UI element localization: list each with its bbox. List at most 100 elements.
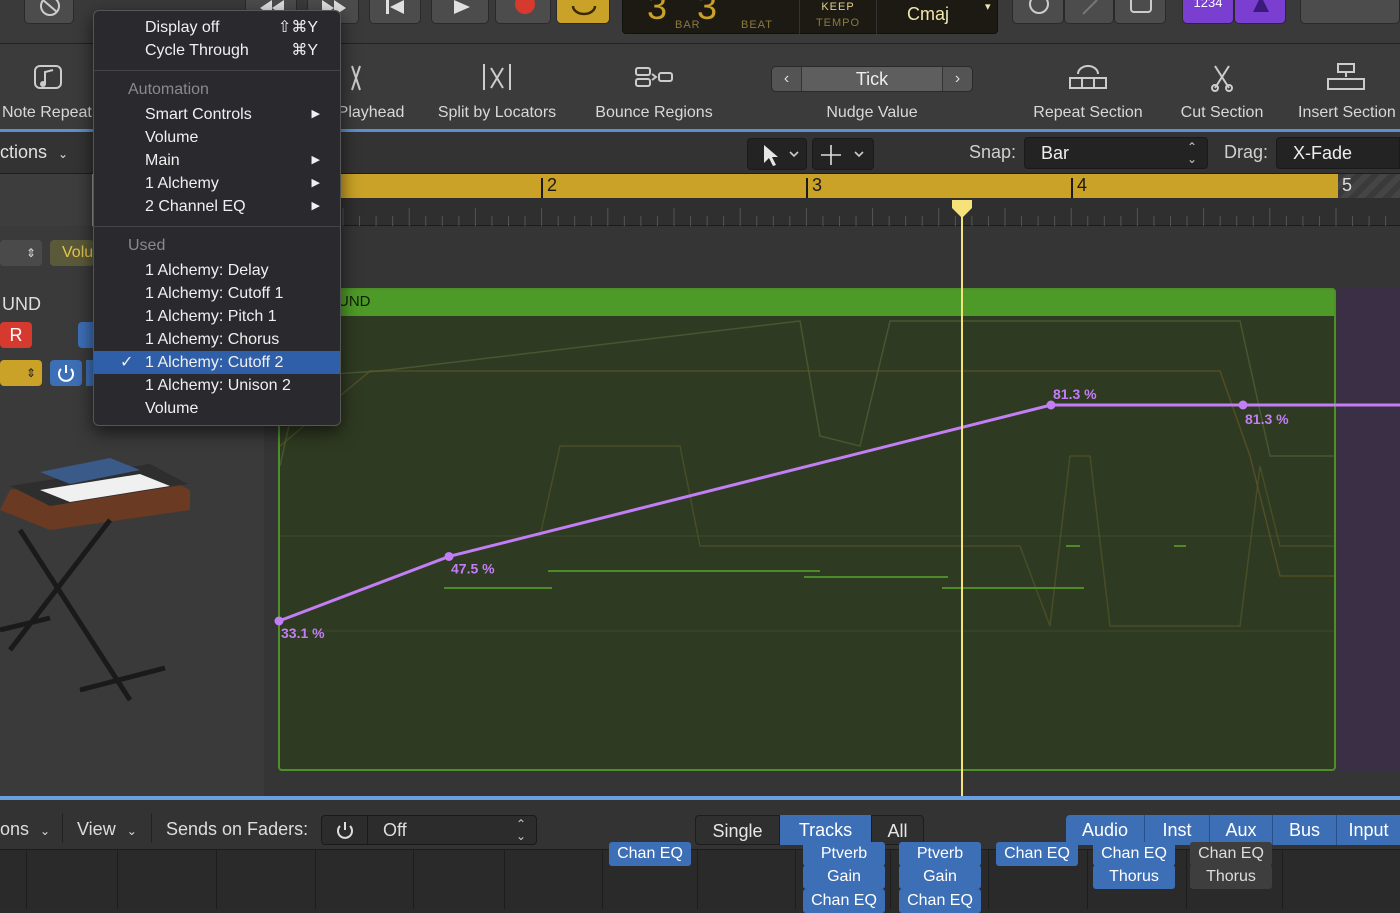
automation-mode-select[interactable]: ⇕ xyxy=(0,360,42,386)
view-menu[interactable]: View ⌄ xyxy=(77,819,137,840)
menu-item-label: Main xyxy=(145,152,180,169)
menu-item-cycle-through[interactable]: Cycle Through ⌘Y xyxy=(94,39,340,62)
submenu-arrow-icon: ▶ xyxy=(311,200,320,212)
plugin-slot[interactable]: Chan EQ xyxy=(803,889,885,913)
menu-item-label: Display off xyxy=(145,19,220,36)
repeat-section-button[interactable]: Repeat Section xyxy=(1026,44,1150,130)
automation-parameter-menu[interactable]: Display off ⇧⌘Y Cycle Through ⌘Y Automat… xyxy=(93,10,341,426)
options-label: ons xyxy=(0,819,30,839)
mode-single[interactable]: Single xyxy=(695,815,780,845)
cycle-button[interactable] xyxy=(556,0,610,24)
menu-item-alchemy-cutoff-1[interactable]: 1 Alchemy: Cutoff 1 xyxy=(94,282,340,305)
menu-item-display-off[interactable]: Display off ⇧⌘Y xyxy=(94,16,340,39)
tuner-button[interactable] xyxy=(1064,0,1114,24)
plugin-slot[interactable]: Chan EQ xyxy=(899,889,981,913)
snap-value: Bar xyxy=(1041,143,1070,163)
solo-button[interactable] xyxy=(1114,0,1166,24)
sends-value: Off xyxy=(383,820,407,840)
go-to-beginning-button[interactable] xyxy=(369,0,421,24)
count-in-button[interactable]: 1234 xyxy=(1182,0,1234,24)
record-button[interactable] xyxy=(495,0,551,24)
play-button[interactable] xyxy=(431,0,489,24)
strip-divider xyxy=(216,850,217,909)
plugin-slot[interactable]: Chan EQ xyxy=(996,842,1078,866)
cut-section-button[interactable]: Cut Section xyxy=(1172,44,1272,130)
mode-all[interactable]: All xyxy=(871,815,924,845)
keyboard-instrument-icon xyxy=(0,458,190,702)
ruler[interactable]: 2 3 4 5 xyxy=(338,174,1400,226)
tempo-label: TEMPO xyxy=(815,17,861,29)
filter-input[interactable]: Input xyxy=(1337,815,1400,845)
nudge-right-icon[interactable]: › xyxy=(942,67,972,91)
inspector-top xyxy=(0,174,92,226)
filter-aux[interactable]: Aux xyxy=(1210,815,1273,845)
filter-bus[interactable]: Bus xyxy=(1273,815,1337,845)
insert-section-button[interactable]: Insert Section xyxy=(1292,44,1400,130)
automation-node[interactable] xyxy=(1238,400,1248,410)
filter-audio[interactable]: Audio xyxy=(1066,815,1145,845)
menu-item-main[interactable]: Main ▶ xyxy=(94,149,340,172)
updown-icon: ⌃ ⌄ xyxy=(1186,140,1197,166)
menu-item-alchemy[interactable]: 1 Alchemy ▶ xyxy=(94,172,340,195)
record-enable-button[interactable]: R xyxy=(0,322,32,348)
playhead[interactable] xyxy=(952,200,972,796)
view-buttons[interactable] xyxy=(1300,0,1400,24)
menu-item-alchemy-unison-2[interactable]: 1 Alchemy: Unison 2 xyxy=(94,374,340,397)
drag-select[interactable]: X-Fade xyxy=(1276,137,1400,169)
bar-number-5: 5 xyxy=(1342,175,1353,195)
power-button[interactable] xyxy=(50,360,82,386)
key-signature[interactable]: Cmaj xyxy=(907,4,949,25)
left-click-tool-menu[interactable] xyxy=(747,138,807,170)
chevron-down-icon: ⌄ xyxy=(40,824,51,838)
customize-button[interactable] xyxy=(24,0,74,24)
plugin-slot[interactable]: Thorus xyxy=(1093,865,1175,889)
snap-select[interactable]: Bar ⌃ ⌄ xyxy=(1024,137,1208,169)
input-monitor-button[interactable] xyxy=(78,322,94,348)
keep-tempo[interactable]: KEEP TEMPO xyxy=(799,0,877,34)
list-editors-button[interactable] xyxy=(1012,0,1064,24)
filter-inst[interactable]: Inst xyxy=(1145,815,1210,845)
plugin-slot[interactable]: Ptverb xyxy=(803,842,885,866)
strip-divider xyxy=(602,850,603,909)
automation-curve[interactable] xyxy=(278,403,1400,623)
menu-item-label: Volume xyxy=(145,400,199,417)
plugin-slot[interactable]: Thorus xyxy=(1190,865,1272,889)
plugin-slot[interactable]: Gain xyxy=(899,865,981,889)
cycle-region[interactable] xyxy=(338,174,1338,198)
mode-tracks[interactable]: Tracks xyxy=(780,815,871,845)
track-selector[interactable]: ⇕ xyxy=(0,240,42,266)
menu-item-alchemy-cutoff-2[interactable]: ✓ 1 Alchemy: Cutoff 2 xyxy=(94,351,340,374)
pointer-tool-icon xyxy=(764,145,799,166)
playhead-handle-icon[interactable] xyxy=(952,200,972,218)
functions-menu[interactable]: ctions ⌄ xyxy=(0,142,68,163)
lcd-display[interactable]: 3 3 BAR BEAT KEEP TEMPO Cmaj ▾ xyxy=(622,0,998,34)
plugin-slot[interactable]: Chan EQ xyxy=(609,842,691,866)
menu-item-alchemy-pitch-1[interactable]: 1 Alchemy: Pitch 1 xyxy=(94,305,340,328)
nudge-left-icon[interactable]: ‹ xyxy=(772,67,802,91)
plugin-slot[interactable]: Ptverb xyxy=(899,842,981,866)
automation-lane[interactable]: 33.1 % 47.5 % 81.3 % 81.3 % xyxy=(264,226,1400,796)
options-menu[interactable]: ons ⌄ xyxy=(0,819,50,840)
submenu-arrow-icon: ▶ xyxy=(311,177,320,189)
plugin-slot[interactable]: Gain xyxy=(803,865,885,889)
metronome-button[interactable] xyxy=(1234,0,1286,24)
menu-item-alchemy-delay[interactable]: 1 Alchemy: Delay xyxy=(94,259,340,282)
plugin-slot[interactable]: Chan EQ xyxy=(1093,842,1175,866)
menu-item-channel-eq[interactable]: 2 Channel EQ ▶ xyxy=(94,195,340,218)
bounce-regions-button[interactable]: Bounce Regions xyxy=(588,44,720,130)
menu-item-used-volume[interactable]: Volume xyxy=(94,397,340,420)
menu-item-alchemy-chorus[interactable]: 1 Alchemy: Chorus xyxy=(94,328,340,351)
cut-section-icon xyxy=(1211,65,1233,92)
sends-on-faders-select[interactable]: Off ⌃ ⌄ xyxy=(321,815,537,845)
command-click-tool-menu[interactable] xyxy=(812,138,874,170)
split-by-locators-button[interactable]: Split by Locators xyxy=(428,44,566,130)
split-at-playhead-button[interactable]: Playhead xyxy=(334,44,408,130)
note-repeat-icon xyxy=(34,65,62,89)
menu-item-volume[interactable]: Volume xyxy=(94,126,340,149)
lcd-menu-chevron[interactable]: ▾ xyxy=(985,0,991,13)
note-repeat-button[interactable]: Note Repeat xyxy=(0,44,96,130)
automation-mode-chip[interactable]: Volu xyxy=(50,240,94,266)
plugin-slot[interactable]: Chan EQ xyxy=(1190,842,1272,866)
menu-item-smart-controls[interactable]: Smart Controls ▶ xyxy=(94,103,340,126)
repeat-section-icon xyxy=(1069,65,1107,89)
